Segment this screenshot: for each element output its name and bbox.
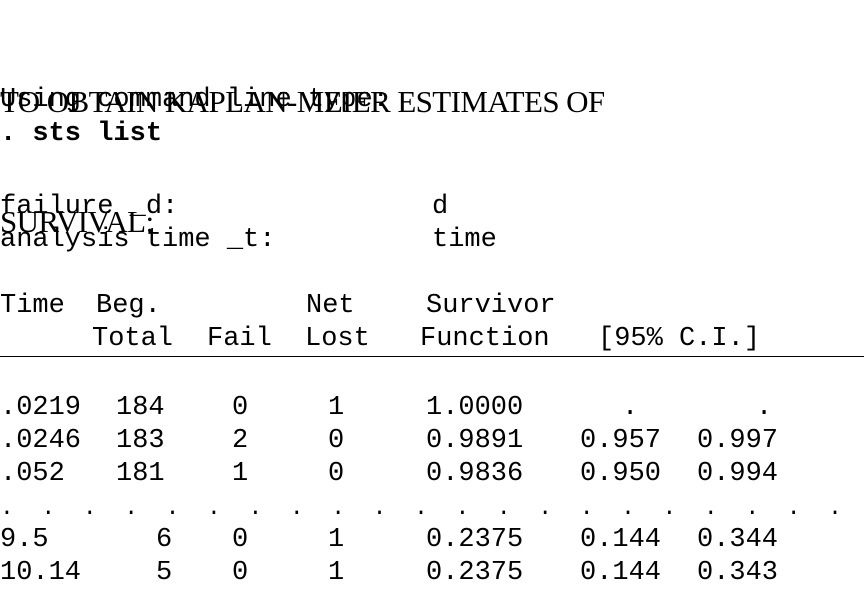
cell-ci-low: 0.950 [580,459,662,489]
cell-lost: 0 [328,426,345,456]
command-text: . sts list [0,119,163,149]
cell-fail: 0 [232,558,249,588]
header-total: Total [92,324,174,354]
cell-total: 183 [116,426,165,456]
cell-ci-high: 0.994 [697,459,779,489]
ellipsis-row: . . . . . . . . . . . . . . . . . . . . … [0,495,864,521]
cell-survivor: 0.2375 [426,525,524,555]
cell-time: .0219 [0,393,82,423]
header-net: Net [306,291,355,321]
cell-ci-low: 0.144 [580,525,662,555]
cell-survivor: 0.9891 [426,426,524,456]
cell-total: 181 [116,459,165,489]
analysis-time-value: time [432,225,497,255]
cell-survivor: 1.0000 [426,393,524,423]
header-fail: Fail [207,324,272,354]
cell-total: 184 [116,393,165,423]
cell-lost: 0 [328,459,345,489]
cell-time: 10.14 [0,558,82,588]
cell-ci-low: . [622,393,639,423]
cell-fail: 0 [232,393,249,423]
cell-ci-high: 0.343 [697,558,779,588]
header-lost: Lost [305,324,370,354]
header-divider [0,356,864,357]
failure-value: d [432,192,449,222]
cell-ci-low: 0.957 [580,426,662,456]
cell-fail: 0 [232,525,249,555]
header-survivor: Survivor [426,291,556,321]
cell-time: 9.5 [0,525,49,555]
header-time: Time [0,291,65,321]
cell-survivor: 0.2375 [426,558,524,588]
cell-total: 6 [156,525,173,555]
cell-time: .052 [0,459,65,489]
cell-ci-low: 0.144 [580,558,662,588]
analysis-time-label: analysis time _t: [0,225,276,255]
failure-label: failure _d: [0,192,179,222]
cell-ci-high: 0.997 [697,426,779,456]
cell-lost: 1 [328,525,345,555]
header-function: Function [420,324,550,354]
cell-ci-high: . [756,393,773,423]
cell-lost: 1 [328,558,345,588]
header-beg: Beg. [96,291,161,321]
cell-time: .0246 [0,426,82,456]
cell-total: 5 [156,558,173,588]
cell-fail: 2 [232,426,249,456]
cell-ci-high: 0.344 [697,525,779,555]
cell-survivor: 0.9836 [426,459,524,489]
header-ci: [95% C.I.] [598,324,761,354]
cell-lost: 1 [328,393,345,423]
cell-fail: 1 [232,459,249,489]
instruction-text: Using command line type: [0,85,389,115]
